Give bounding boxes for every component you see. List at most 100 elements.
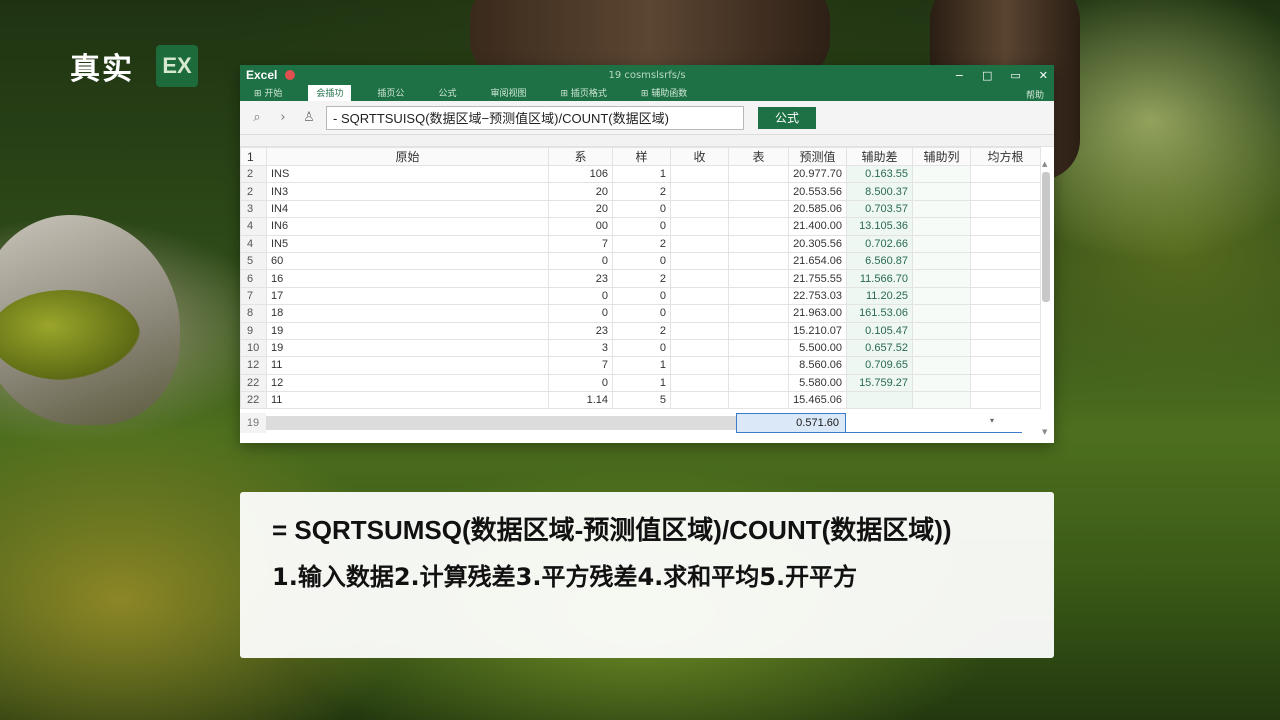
cell-label[interactable]: IN6	[266, 217, 549, 236]
vertical-scrollbar[interactable]: ▲ ▼	[1042, 160, 1050, 436]
cell-empty[interactable]	[728, 286, 789, 306]
cell-prediction[interactable]: 8.560.06	[788, 356, 847, 375]
cell-prediction[interactable]: 20.305.56	[788, 234, 847, 253]
column-header[interactable]: 样	[612, 147, 671, 166]
cell-aux[interactable]	[912, 251, 971, 271]
cell-label[interactable]: 12	[266, 373, 549, 393]
cell-empty[interactable]	[728, 199, 789, 219]
column-header[interactable]: 辅助列	[912, 147, 971, 166]
restore-button[interactable]: □	[982, 69, 992, 82]
tab-page[interactable]: 插页公	[369, 84, 412, 101]
cell-prediction[interactable]: 21.963.00	[788, 304, 847, 323]
cell-label[interactable]: 16	[266, 269, 549, 288]
cell-label[interactable]: 60	[266, 251, 549, 271]
cell-value[interactable]: 0	[612, 286, 671, 306]
tab-formulas[interactable]: 公式	[430, 84, 464, 101]
cell-empty[interactable]	[670, 356, 729, 375]
rmse-result-cell[interactable]: 0.571.60	[736, 413, 846, 433]
cell-aux[interactable]	[912, 356, 971, 375]
tab-functions[interactable]: ⊞ 辅助函数	[633, 84, 695, 101]
cell-label[interactable]: 11	[266, 356, 549, 375]
cell-empty[interactable]	[728, 304, 789, 323]
cell-value[interactable]: 0	[612, 251, 671, 271]
cell-value[interactable]: 2	[612, 234, 671, 253]
cell-aux[interactable]	[912, 321, 971, 340]
tab-review[interactable]: 审阅视图	[482, 84, 534, 101]
cell-aux[interactable]	[912, 217, 971, 236]
cell-aux-diff[interactable]: 11.20.25	[846, 286, 913, 306]
cell-rmse[interactable]	[970, 304, 1041, 323]
column-header[interactable]: 系	[548, 147, 613, 166]
cell-value[interactable]: 0	[612, 217, 671, 236]
cell-aux[interactable]	[912, 338, 971, 358]
chevron-right-icon[interactable]: ›	[274, 110, 292, 125]
dropdown-marker-icon[interactable]: ▾	[990, 416, 994, 425]
cell-label[interactable]: 19	[266, 321, 549, 340]
cell-value[interactable]: 2	[612, 182, 671, 201]
cell-aux[interactable]	[912, 182, 971, 201]
column-header[interactable]: 原始	[266, 147, 549, 166]
cell-empty[interactable]	[728, 321, 789, 340]
cell-rmse[interactable]	[970, 182, 1041, 201]
cell-value[interactable]: 3	[548, 338, 613, 358]
cell-rmse[interactable]	[970, 234, 1041, 253]
cell-rmse[interactable]	[970, 286, 1041, 306]
cell-rmse[interactable]	[970, 217, 1041, 236]
cell-label[interactable]: IN4	[266, 199, 549, 219]
cell-rmse[interactable]	[970, 373, 1041, 393]
help-link[interactable]: 帮助	[1026, 88, 1044, 101]
cell-prediction[interactable]: 20.977.70	[788, 164, 847, 184]
cell-empty[interactable]	[670, 164, 729, 184]
cell-value[interactable]: 1	[612, 373, 671, 393]
cell-empty[interactable]	[728, 269, 789, 288]
user-icon[interactable]: ♙	[300, 110, 318, 125]
cell-prediction[interactable]: 5.500.00	[788, 338, 847, 358]
cell-empty[interactable]	[728, 391, 789, 410]
cell-prediction[interactable]: 15.465.06	[788, 391, 847, 410]
cell-aux[interactable]	[912, 286, 971, 306]
cell-prediction[interactable]: 21.400.00	[788, 217, 847, 236]
cell-value[interactable]: 0	[548, 286, 613, 306]
cell-rmse[interactable]	[970, 321, 1041, 340]
cell-value[interactable]: 1.14	[548, 391, 613, 410]
cell-aux[interactable]	[912, 373, 971, 393]
cell-aux[interactable]	[912, 234, 971, 253]
cell-value[interactable]: 0	[548, 251, 613, 271]
cell-prediction[interactable]: 15.210.07	[788, 321, 847, 340]
cell-label[interactable]: 11	[266, 391, 549, 410]
cell-empty[interactable]	[670, 182, 729, 201]
cell-value[interactable]: 0	[612, 199, 671, 219]
cell-rmse[interactable]	[970, 251, 1041, 271]
cell-value[interactable]: 1	[612, 356, 671, 375]
cell-aux-diff[interactable]: 0.657.52	[846, 338, 913, 358]
minimize-button[interactable]: −	[955, 69, 964, 82]
cell-empty[interactable]	[670, 269, 729, 288]
cell-value[interactable]: 23	[548, 269, 613, 288]
cell-empty[interactable]	[728, 251, 789, 271]
scrollbar-thumb[interactable]	[1042, 172, 1050, 302]
cell-aux-diff[interactable]: 13.105.36	[846, 217, 913, 236]
close-button[interactable]: ✕	[1039, 69, 1048, 82]
column-header[interactable]: 收	[670, 147, 729, 166]
tab-format[interactable]: ⊞ 插页格式	[552, 84, 614, 101]
cell-rmse[interactable]	[970, 338, 1041, 358]
cell-empty[interactable]	[728, 182, 789, 201]
cell-value[interactable]: 0	[612, 338, 671, 358]
cell-empty[interactable]	[728, 234, 789, 253]
cell-aux-diff[interactable]: 11.566.70	[846, 269, 913, 288]
cell-label[interactable]: 17	[266, 286, 549, 306]
cell-empty[interactable]	[728, 356, 789, 375]
cell-value[interactable]: 7	[548, 234, 613, 253]
scroll-up-icon[interactable]: ▲	[1042, 160, 1047, 168]
cell-value[interactable]: 106	[548, 164, 613, 184]
cell-label[interactable]: 18	[266, 304, 549, 323]
tab-insert[interactable]: 会插功	[308, 84, 352, 101]
cell-empty[interactable]	[670, 234, 729, 253]
cell-label[interactable]: IN5	[266, 234, 549, 253]
cell-rmse[interactable]	[970, 164, 1041, 184]
cell-prediction[interactable]: 5.580.00	[788, 373, 847, 393]
cell-empty[interactable]	[670, 373, 729, 393]
cell-value[interactable]: 2	[612, 269, 671, 288]
cell-value[interactable]: 2	[612, 321, 671, 340]
cell-aux-diff[interactable]: 8.500.37	[846, 182, 913, 201]
